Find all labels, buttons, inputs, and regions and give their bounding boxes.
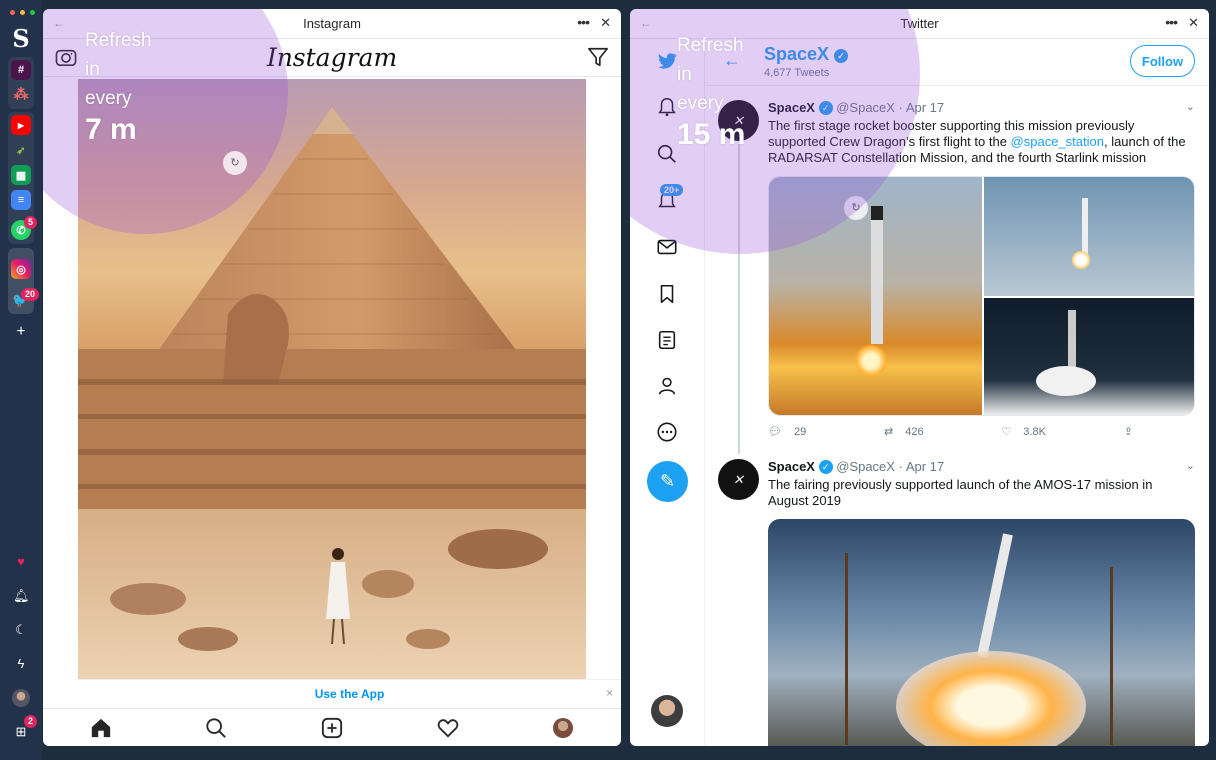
refresh-in: in [85,59,100,80]
media-image-3[interactable] [981,296,1194,415]
add-post-icon[interactable] [320,716,344,740]
tweet-author-name[interactable]: SpaceX [768,459,815,474]
google-docs-icon[interactable]: ≡ [11,190,31,210]
youtube-icon[interactable]: ▶ [11,115,31,135]
heart-icon[interactable]: ♥ [13,554,29,570]
filter-icon[interactable] [587,46,609,68]
share-icon: ⇪ [1123,426,1133,438]
reply-icon: 💬︎ [768,426,782,438]
more-options-icon[interactable]: ••• [1165,14,1178,30]
reply-count: 29 [793,425,807,438]
compose-icon[interactable]: ✎ [647,461,688,502]
instagram-panel: ← Instagram ••• ✕ Instagram Refresh in e… [43,9,621,746]
twitter-panel: ← Twitter ••• ✕ 20+ ✎ ← SpaceX ✓ 4,677 T… [630,9,1209,746]
instagram-rail-icon[interactable]: ◎ [11,259,31,279]
tweet-actions: 💬︎ 29 ⇄ 426 ♡ 3.8K ⇪ [768,425,1133,439]
tweet-date[interactable]: · Apr 17 [899,459,945,474]
tweet-header: SpaceX ✓ @SpaceX · Apr 17 [768,459,944,474]
close-icon[interactable]: ✕ [1188,15,1199,31]
search-icon[interactable] [204,716,228,740]
app-rocket-icon[interactable]: ➶ [11,140,31,160]
chevron-down-icon[interactable]: ⌄ [1186,100,1195,113]
refresh-every: every [677,93,724,114]
slack-icon[interactable]: # [11,60,31,80]
refresh-word: Refresh [677,35,744,56]
use-app-link[interactable]: Use the App [315,687,385,701]
reload-icon[interactable]: ↻ [223,151,247,175]
asana-icon[interactable]: ⁂ [11,84,31,104]
refresh-interval: 15 m [677,118,746,151]
user-avatar[interactable] [12,689,30,707]
whatsapp-badge: 5 [24,216,38,229]
refresh-in: in [677,64,692,85]
more-options-icon[interactable]: ••• [577,14,590,30]
media-image-2[interactable] [981,177,1194,296]
spacex-avatar[interactable]: ✕ [718,459,759,500]
tweet-text: The fairing previously supported launch … [768,477,1153,508]
user-avatar[interactable] [651,695,683,727]
minimize-window-dot[interactable] [20,10,25,15]
refresh-word: Refresh [85,30,152,51]
home-icon[interactable] [89,716,113,740]
retweet-count: 426 [905,425,924,438]
use-app-banner: Use the App × [78,679,621,707]
refresh-label-twitter: Refresh in every 15 m [677,31,745,152]
like-icon: ♡ [1001,426,1012,438]
like-count: 3.8K [1023,425,1046,438]
close-icon[interactable]: ✕ [600,15,611,31]
apps-badge: 2 [24,715,38,728]
notifications-bell-icon[interactable]: 🔔︎ [13,588,30,604]
google-sheets-icon[interactable]: ▦ [11,165,31,185]
follow-button[interactable]: Follow [1130,45,1195,77]
verified-badge-icon: ✓ [818,460,833,474]
share-button[interactable]: ⇪ [1124,425,1133,438]
retweet-button[interactable]: ⇄ 426 [884,425,924,439]
instagram-bottom-nav [43,708,621,746]
heart-icon[interactable] [436,716,460,740]
profile-avatar[interactable] [551,716,575,740]
window-controls[interactable] [10,10,35,15]
lists-icon[interactable] [656,329,678,351]
dismiss-banner-icon[interactable]: × [606,686,613,700]
more-icon[interactable] [656,421,678,443]
like-button[interactable]: ♡ 3.8K [1001,425,1046,439]
refresh-interval: 7 m [85,113,137,146]
profile-icon[interactable] [656,375,678,397]
twitter-badge: 20 [21,288,40,301]
add-app-icon[interactable]: + [13,324,29,340]
app-sidebar: S # ⁂ ▶ ➶ ▦ ≡ ✆ 5 ◎ 🐦 20 + ♥ 🔔︎ ☾ ϟ ⊞ 2 [0,0,42,760]
tweet-media-launch[interactable] [768,519,1195,746]
maximize-window-dot[interactable] [30,10,35,15]
bookmark-icon[interactable] [656,283,678,305]
quick-actions-bolt-icon[interactable]: ϟ [13,656,29,672]
mention-link[interactable]: @space_station [1011,134,1104,149]
tweet-handle[interactable]: @SpaceX [836,459,895,474]
station-logo-icon[interactable]: S [8,26,34,52]
chevron-down-icon[interactable]: ⌄ [1186,459,1195,472]
window-title: Instagram [303,16,361,31]
retweet-icon: ⇄ [884,426,894,438]
close-window-dot[interactable] [10,10,15,15]
refresh-label-instagram: Refresh in every 7 m [85,26,152,147]
reply-button[interactable]: 💬︎ 29 [768,425,807,439]
tweet-2[interactable]: ✕ SpaceX ✓ @SpaceX · Apr 17 ⌄ The fairin… [706,459,1209,746]
dark-mode-moon-icon[interactable]: ☾ [13,622,29,638]
refresh-every: every [85,88,132,109]
